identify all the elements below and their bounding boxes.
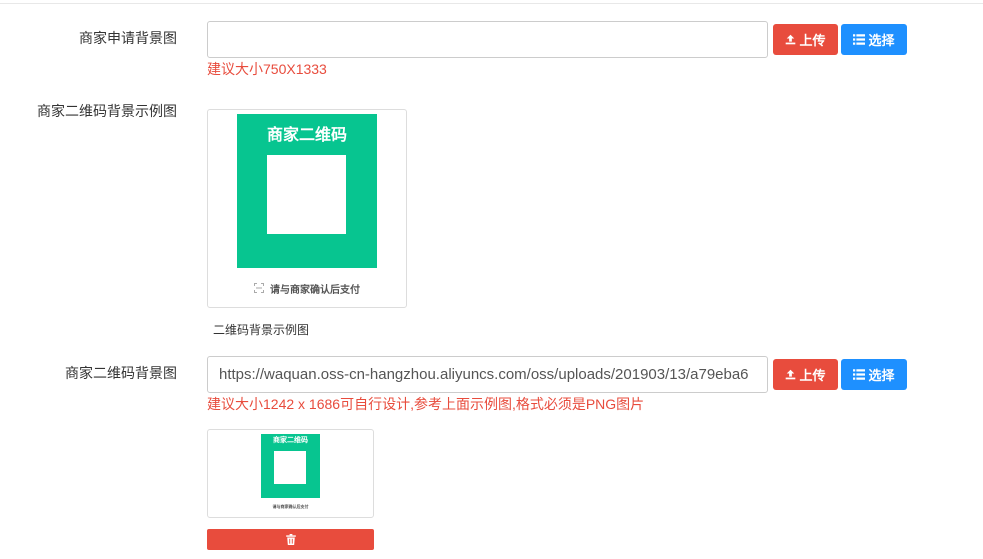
qr-poster-footer: 请与商家确认后支付 xyxy=(208,281,406,296)
select-button-label: 选择 xyxy=(868,369,895,384)
qr-code-placeholder xyxy=(267,155,346,234)
trash-icon xyxy=(285,534,296,545)
qr-background-upload-button[interactable]: 上传 xyxy=(773,359,838,390)
qr-poster-footer-text: 请与商家确认后支付 xyxy=(272,504,309,509)
qr-sample-caption: 二维码背景示例图 xyxy=(213,323,310,337)
qr-background-select-button[interactable]: 选择 xyxy=(841,359,907,390)
qr-sample-preview: 商家二维码 请与商家确认后支付 xyxy=(207,109,407,308)
list-icon xyxy=(853,34,866,45)
qr-poster-footer-text: 请与商家确认后支付 xyxy=(270,284,360,296)
qr-poster-background: 商家二维码 xyxy=(237,114,377,268)
qr-background-input[interactable] xyxy=(207,356,768,393)
apply-background-select-button[interactable]: 选择 xyxy=(841,24,907,55)
upload-icon xyxy=(785,34,796,45)
qr-background-preview: 商家二维码 请与商家确认后支付 xyxy=(207,429,374,518)
qr-sample-label: 商家二维码背景示例图 xyxy=(37,103,177,119)
apply-background-input[interactable] xyxy=(207,21,768,58)
upload-button-label: 上传 xyxy=(799,34,826,49)
select-button-label: 选择 xyxy=(868,34,895,49)
apply-background-hint: 建议大小750X1333 xyxy=(207,61,327,77)
top-divider xyxy=(0,3,983,4)
qr-poster-background: 商家二维码 xyxy=(261,434,320,498)
list-icon xyxy=(853,369,866,380)
qr-code-placeholder xyxy=(274,451,306,484)
apply-background-upload-button[interactable]: 上传 xyxy=(773,24,838,55)
qr-poster-title: 商家二维码 xyxy=(266,127,347,144)
upload-button-label: 上传 xyxy=(799,369,826,384)
apply-background-label: 商家申请背景图 xyxy=(79,30,177,46)
qr-background-label: 商家二维码背景图 xyxy=(65,365,177,381)
qr-background-hint: 建议大小1242 x 1686可自行设计,参考上面示例图,格式必须是PNG图片 xyxy=(207,396,645,412)
qr-poster-title: 商家二维码 xyxy=(273,437,308,444)
delete-image-button[interactable] xyxy=(207,529,374,550)
scan-icon xyxy=(254,283,264,293)
upload-icon xyxy=(785,369,796,380)
